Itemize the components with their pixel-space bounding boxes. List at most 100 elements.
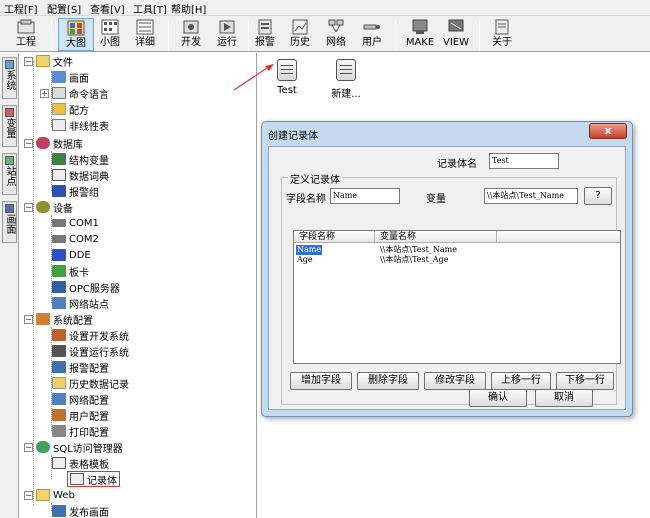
toolbar-button-user[interactable]: 用户 [354, 18, 390, 51]
side-tab-variables[interactable]: 变量 [2, 105, 17, 147]
toolbar-button-run[interactable]: 运行 [209, 18, 245, 51]
project-icon [17, 19, 35, 35]
side-tab-system[interactable]: 系统 [2, 57, 17, 99]
menu-help[interactable]: 帮助[H] [171, 1, 206, 16]
menu-view[interactable]: 查看[V] [90, 1, 125, 16]
toolbar-label: 关于 [492, 37, 512, 48]
tree-node-table-template[interactable]: 表格模板 [52, 455, 109, 471]
toolbar-label: 报警 [255, 37, 275, 48]
column-header-field-name[interactable]: 字段名称 [294, 231, 375, 243]
group-title: 定义记录体 [288, 171, 342, 186]
tree-node-network-config[interactable]: 网络配置 [52, 391, 109, 407]
tree-node-file[interactable]: − 文件 [24, 53, 73, 69]
field-name-input[interactable]: Name [330, 188, 400, 204]
sql-icon [36, 441, 50, 453]
field-list[interactable]: 字段名称 变量名称 Name \\本站点\Test_Name Age \\本站点… [293, 230, 621, 364]
record-name-input[interactable]: Test [489, 153, 559, 169]
tree-node-label: 设置开发系统 [69, 331, 129, 343]
tree-node-label: 用户配置 [69, 411, 109, 423]
tree-node-recipe[interactable]: 配方 [52, 101, 89, 117]
cancel-button[interactable]: 取消 [535, 389, 593, 407]
tree-node-alarm-config[interactable]: 报警配置 [52, 359, 109, 375]
side-tab-label: 变量 [4, 118, 15, 138]
toolbar-button-make[interactable]: MAKE [402, 18, 438, 51]
side-tab-stations[interactable]: 站点 [2, 153, 17, 195]
toolbar-button-history[interactable]: 历史 [282, 18, 318, 51]
close-button[interactable]: x [589, 123, 627, 139]
tree-node-com1[interactable]: COM1 [52, 215, 99, 231]
tree-node-run-system-settings[interactable]: 设置运行系统 [52, 343, 129, 359]
toolbar-label: 工程 [16, 37, 36, 48]
tree-node-label: SQL访问管理器 [53, 443, 123, 455]
move-up-button[interactable]: 上移一行 [491, 372, 551, 390]
table-icon [52, 119, 66, 131]
tree-node-network-station[interactable]: 网络站点 [52, 295, 109, 311]
modify-field-button[interactable]: 修改字段 [424, 372, 486, 390]
record-item-new[interactable]: 新建... [326, 59, 366, 100]
toolbar-button-large-icons[interactable]: 大图 [58, 18, 94, 51]
tree-node-web[interactable]: − Web [24, 487, 75, 503]
toolbar-button-alarm[interactable]: 报警 [247, 18, 283, 51]
toolbar-button-about[interactable]: 关于 [484, 18, 520, 51]
add-field-button[interactable]: 增加字段 [290, 372, 352, 390]
tree-node-record-body[interactable]: 记录体 [67, 471, 120, 487]
tree-node-com2[interactable]: COM2 [52, 231, 99, 247]
toolbar-button-small-icons[interactable]: 小图 [92, 18, 128, 51]
tree-node-screen[interactable]: 画面 [52, 69, 89, 85]
collapse-icon[interactable]: − [24, 314, 33, 324]
tree-node-data-dictionary[interactable]: 数据词典 [52, 167, 109, 183]
system-icon [5, 60, 14, 69]
toolbar-button-network[interactable]: 网络 [318, 18, 354, 51]
menu-config[interactable]: 配置[S] [47, 1, 81, 16]
side-tab-screens[interactable]: 画面 [2, 201, 17, 243]
list-cell-field[interactable]: Name [296, 245, 323, 255]
tree-node-dde[interactable]: DDE [52, 247, 91, 263]
browse-variable-button[interactable]: ? [584, 187, 612, 205]
tree-node-dev-system-settings[interactable]: 设置开发系统 [52, 327, 129, 343]
toolbar-button-develop[interactable]: 开发 [173, 18, 209, 51]
tree-node-struct-variables[interactable]: 结构变量 [52, 151, 109, 167]
toolbar-label: MAKE [405, 37, 435, 48]
collapse-icon[interactable]: − [24, 490, 33, 500]
serial-port-icon [52, 219, 66, 227]
list-cell-field[interactable]: Age [297, 255, 313, 265]
column-header-variable-name[interactable]: 变量名称 [375, 231, 497, 243]
make-icon [411, 19, 429, 35]
tree-node-history-record[interactable]: 历史数据记录 [52, 375, 129, 391]
expand-icon[interactable]: + [40, 88, 49, 98]
ok-button[interactable]: 确认 [469, 389, 527, 407]
tree-node-label: 设置运行系统 [69, 347, 129, 359]
tree-node-system-config[interactable]: − 系统配置 [24, 311, 93, 327]
tree-node-print-config[interactable]: 打印配置 [52, 423, 109, 439]
tree-node-publish-screen[interactable]: 发布画面 [52, 503, 109, 518]
tree-node-database[interactable]: − 数据库 [24, 135, 83, 151]
board-card-icon [52, 265, 66, 277]
toolbar-button-project[interactable]: 工程 [8, 18, 44, 51]
tree-node-opc-server[interactable]: OPC服务器 [52, 279, 120, 295]
tree-node-nonlinear-table[interactable]: 非线性表 [52, 117, 109, 133]
tree-node-sql-manager[interactable]: − SQL访问管理器 [24, 439, 123, 455]
menu-project[interactable]: 工程[F] [4, 1, 38, 16]
variable-input[interactable]: \\本站点\Test_Name [484, 188, 578, 204]
small-icons-view-icon [101, 19, 119, 35]
collapse-icon[interactable]: − [24, 56, 33, 66]
settings-icon [52, 329, 66, 341]
alarm-group-icon [52, 185, 66, 197]
tree-node-alarm-group[interactable]: 报警组 [52, 183, 99, 199]
collapse-icon[interactable]: − [24, 442, 33, 452]
collapse-icon[interactable]: − [24, 202, 33, 212]
delete-field-button[interactable]: 删除字段 [357, 372, 419, 390]
tree-node-label: Web [53, 489, 75, 501]
toolbar-button-view[interactable]: VIEW [438, 18, 474, 51]
menu-tools[interactable]: 工具[T] [133, 1, 167, 16]
move-down-button[interactable]: 下移一行 [556, 372, 614, 390]
tree-node-board[interactable]: 板卡 [52, 263, 89, 279]
printer-icon [52, 425, 66, 437]
toolbar-label: 详细 [135, 37, 155, 48]
tree-node-device[interactable]: − 设备 [24, 199, 73, 215]
tree-node-label: 系统配置 [53, 315, 93, 327]
collapse-icon[interactable]: − [24, 138, 33, 148]
tree-node-command-language[interactable]: + 命令语言 [40, 85, 109, 101]
toolbar-button-details[interactable]: 详细 [127, 18, 163, 51]
tree-node-user-config[interactable]: 用户配置 [52, 407, 109, 423]
